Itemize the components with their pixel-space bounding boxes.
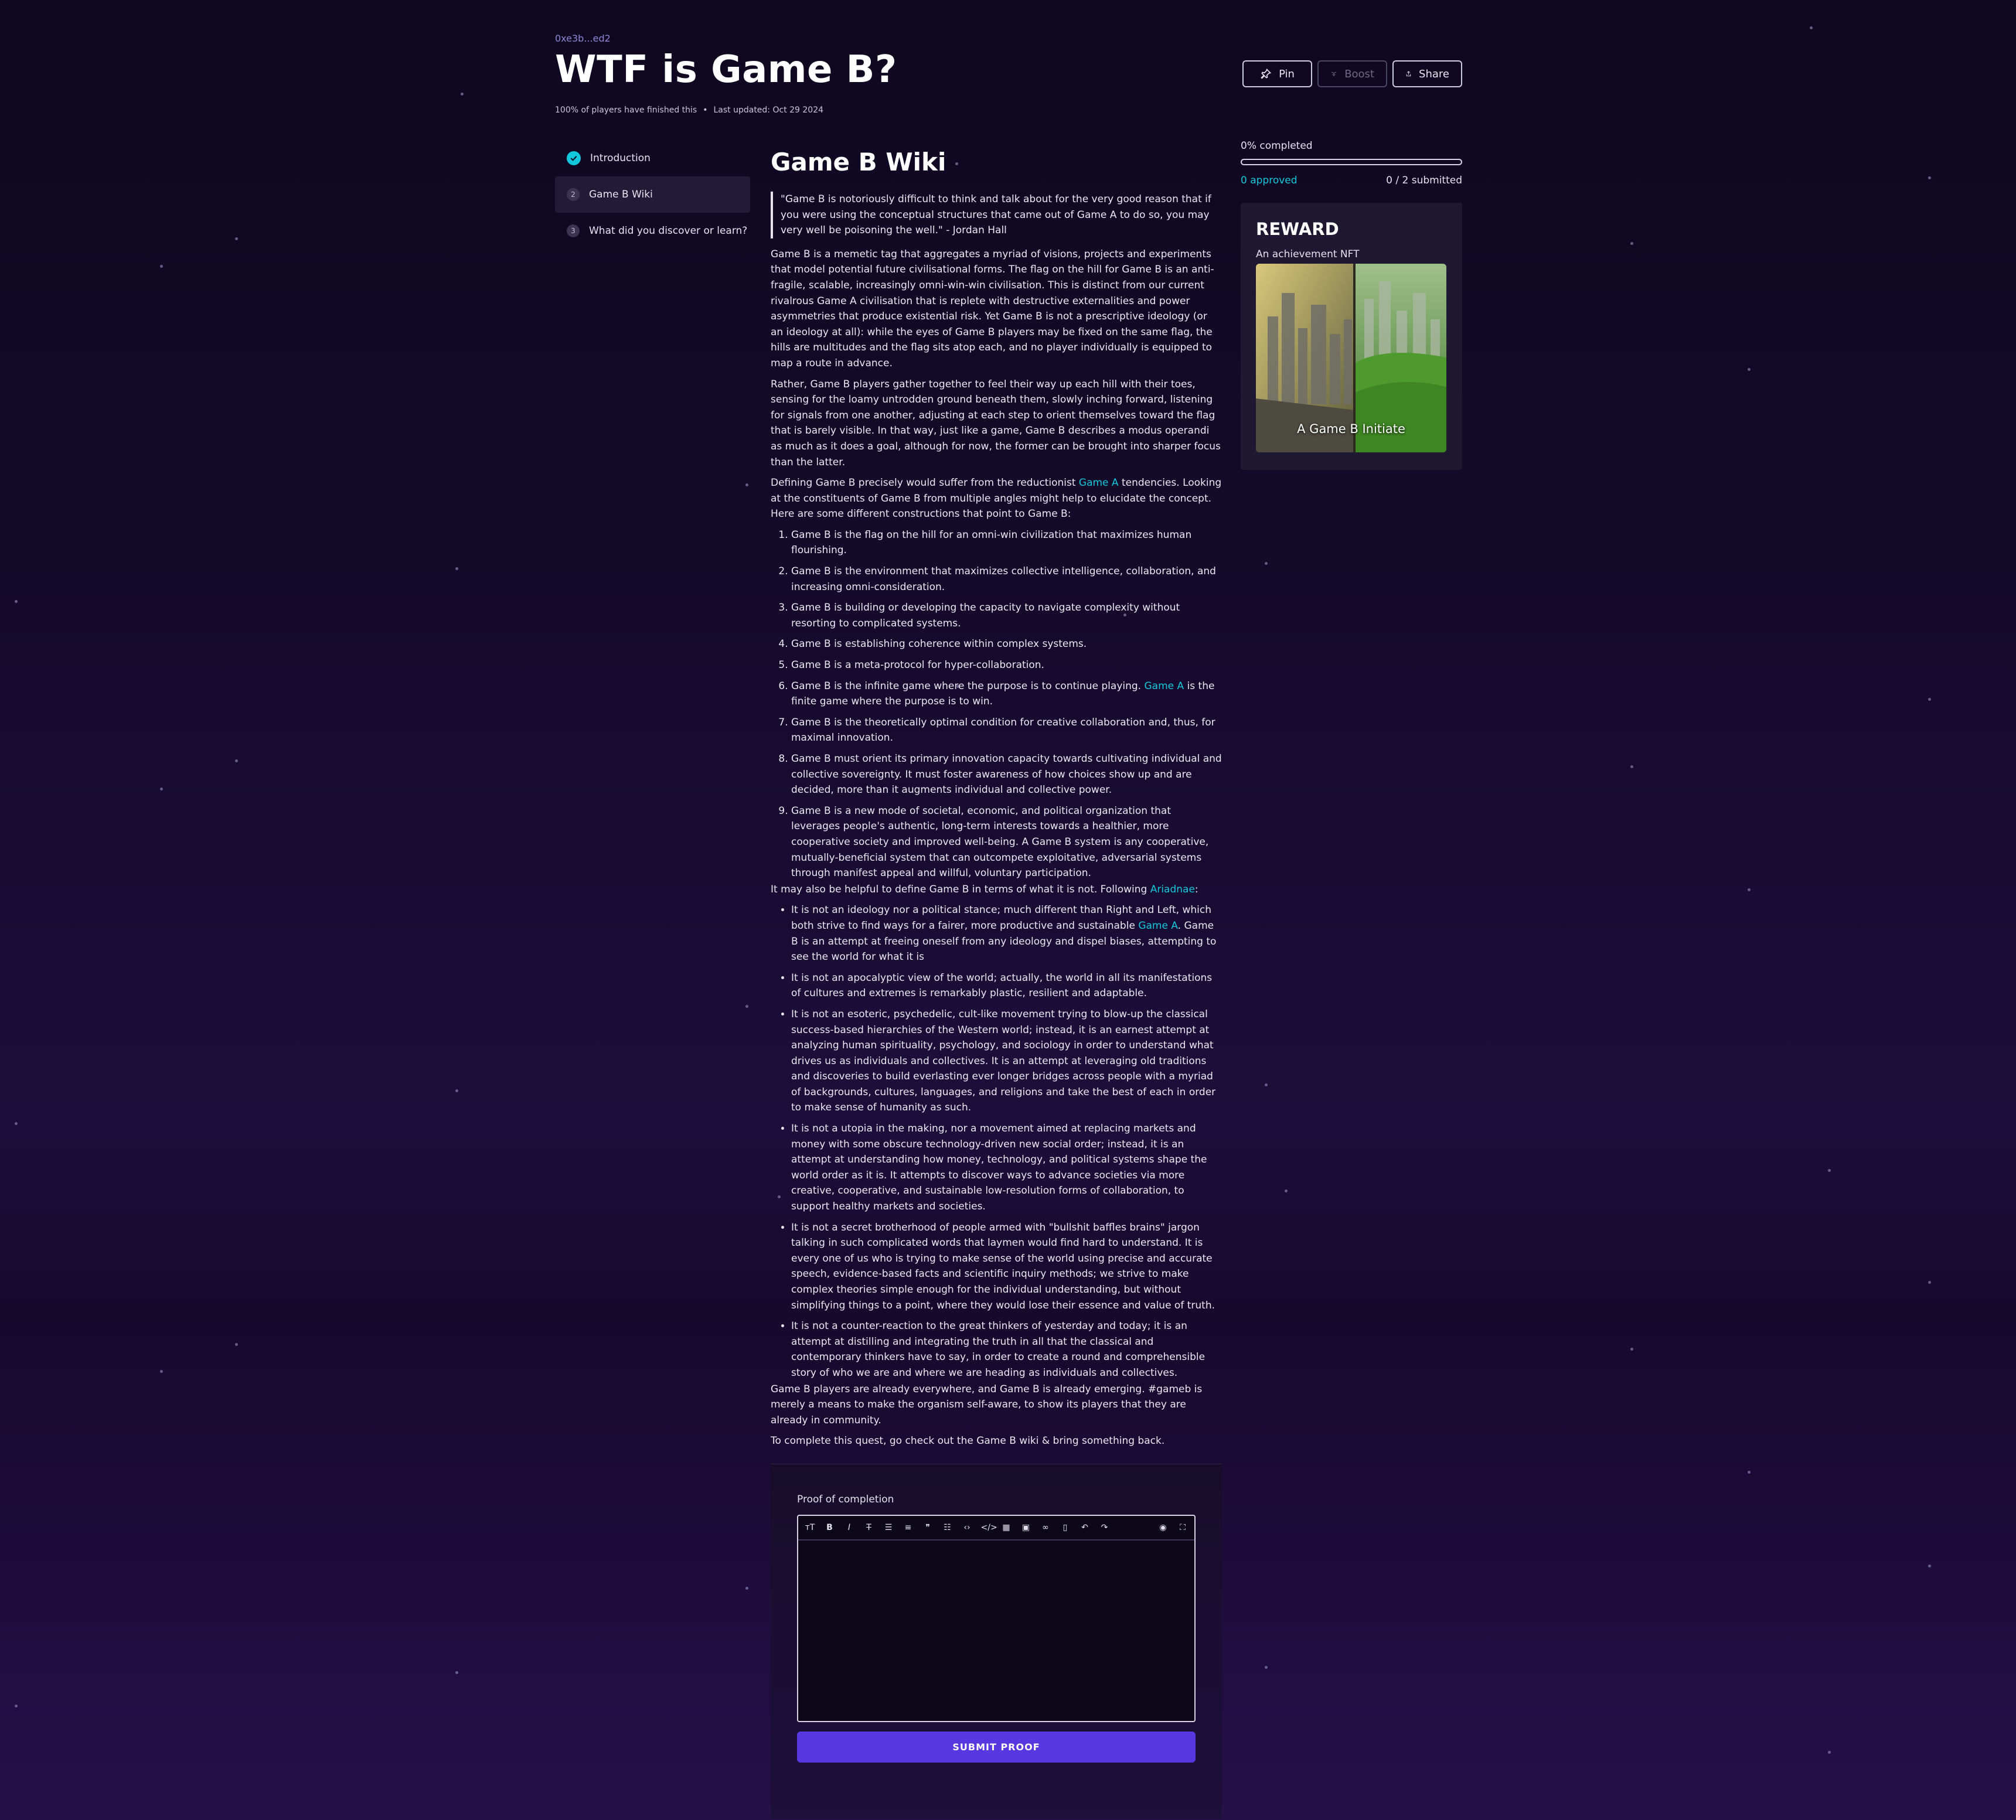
list-item: It is not a utopia in the making, nor a …	[791, 1121, 1222, 1215]
step-label: What did you discover or learn?	[589, 225, 748, 237]
step-game-b-wiki[interactable]: 2 Game B Wiki	[555, 176, 750, 213]
share-label: Share	[1419, 67, 1449, 80]
pin-label: Pin	[1279, 67, 1295, 80]
list-item: Game B is the theoretically optimal cond…	[791, 715, 1222, 746]
list-item: Game B is a meta-protocol for hyper-coll…	[791, 657, 1222, 673]
reward-subtitle: An achievement NFT	[1256, 248, 1360, 260]
redo-icon[interactable]: ↷	[1099, 1523, 1111, 1532]
step-number: 3	[567, 224, 580, 237]
definitions-list: Game B is the flag on the hill for an om…	[771, 527, 1222, 881]
finished-stat: 100% of players have finished this	[555, 105, 697, 115]
text: :	[1194, 883, 1198, 895]
image-icon[interactable]: ▣	[1020, 1523, 1032, 1532]
bold-icon[interactable]: B	[824, 1523, 836, 1532]
list-item: It is not an apocalyptic view of the wor…	[791, 970, 1222, 1001]
submit-proof-button[interactable]: SUBMIT PROOF	[797, 1732, 1196, 1763]
table-icon[interactable]: ▦	[1000, 1523, 1012, 1532]
paragraph: Defining Game B precisely would suffer f…	[771, 475, 1222, 522]
paragraph: Game B players are already everywhere, a…	[771, 1383, 1203, 1426]
undo-icon[interactable]: ↶	[1079, 1523, 1091, 1532]
article-title: Game B Wiki	[771, 148, 946, 176]
nft-image[interactable]: A Game B Initiate	[1256, 264, 1446, 452]
list-item: It is not an esoteric, psychedelic, cult…	[791, 1007, 1222, 1116]
ariadnae-link[interactable]: Ariadnae	[1150, 884, 1195, 895]
reward-card: REWARD An achievement NFT A Game B Initi…	[1241, 203, 1462, 470]
clear-icon[interactable]: ▯	[1060, 1523, 1071, 1532]
nft-label: A Game B Initiate	[1297, 422, 1405, 436]
italic-icon[interactable]: I	[843, 1523, 855, 1532]
quest-meta: 100% of players have finished this • Last …	[555, 105, 823, 115]
pin-button[interactable]: Pin	[1242, 60, 1312, 87]
step-discover[interactable]: 3 What did you discover or learn?	[555, 213, 750, 249]
bullet-list-icon[interactable]: ☰	[883, 1523, 894, 1532]
pin-icon	[1261, 68, 1272, 79]
proof-label: Proof of completion	[797, 1494, 894, 1505]
share-icon	[1406, 71, 1411, 77]
quote-block: "Game B is notoriously difficult to thin…	[771, 192, 1222, 238]
separator-dot: •	[703, 105, 708, 115]
markdown-editor[interactable]: ᴛT B I T ☰ ≡ ❞ ☷ ‹› </> ▦ ▣ ∞ ▯ ↶ ↷ ◉ ⛶	[797, 1515, 1196, 1722]
step-label: Game B Wiki	[589, 189, 653, 200]
step-number: 2	[567, 188, 580, 201]
step-label: Introduction	[590, 152, 651, 164]
boost-label: Boost	[1344, 67, 1374, 80]
quest-actions: Pin Boost Share	[1242, 60, 1462, 87]
paragraph: To complete this quest, go check out the…	[771, 1435, 1165, 1447]
text: Defining Game B precisely would suffer f…	[771, 477, 1079, 489]
list-item: Game B is the infinite game where the pu…	[791, 679, 1222, 710]
paragraph: It may also be helpful to define Game B …	[771, 882, 1222, 898]
game-a-link[interactable]: Game A	[1138, 920, 1177, 932]
code-block-icon[interactable]: </>	[981, 1523, 997, 1532]
quote-icon[interactable]: ❞	[922, 1523, 934, 1532]
list-item: Game B is building or developing the cap…	[791, 600, 1222, 631]
boost-button[interactable]: Boost	[1317, 60, 1387, 87]
last-updated: Last updated: Oct 29 2024	[713, 105, 824, 115]
creator-address[interactable]: 0xe3b...ed2	[555, 33, 611, 44]
list-item: It is not an ideology nor a political st…	[791, 902, 1222, 964]
heading-icon[interactable]: ᴛT	[804, 1523, 816, 1532]
page-title: WTF is Game B?	[555, 48, 897, 91]
share-button[interactable]: Share	[1392, 60, 1462, 87]
list-item: It is not a secret brotherhood of people…	[791, 1220, 1222, 1314]
game-a-link[interactable]: Game A	[1144, 680, 1184, 692]
numbered-list-icon[interactable]: ≡	[903, 1523, 914, 1532]
list-item: Game B is the environment that maximizes…	[791, 564, 1222, 595]
approved-count: 0 approved	[1241, 175, 1298, 186]
proof-form: Proof of completion ᴛT B I T ☰ ≡ ❞ ☷ ‹› …	[771, 1464, 1222, 1819]
paragraph: Game B is a memetic tag that aggregates …	[771, 248, 1214, 369]
checklist-icon[interactable]: ☷	[942, 1523, 953, 1532]
boost-icon	[1331, 71, 1337, 77]
text: Game B is the infinite game where the pu…	[791, 680, 1142, 692]
reward-heading: REWARD	[1256, 219, 1339, 239]
editor-toolbar: ᴛT B I T ☰ ≡ ❞ ☷ ‹› </> ▦ ▣ ∞ ▯ ↶ ↷ ◉ ⛶	[798, 1516, 1194, 1540]
game-a-link[interactable]: Game A	[1079, 477, 1119, 489]
not-list: It is not an ideology nor a political st…	[771, 902, 1222, 1381]
code-icon[interactable]: ‹›	[961, 1523, 973, 1532]
submitted-count: 0 / 2 submitted	[1386, 175, 1462, 186]
preview-icon[interactable]: ◉	[1157, 1523, 1169, 1532]
wiki-article: Game B Wiki "Game B is notoriously diffi…	[771, 147, 1222, 1454]
quest-steps: Introduction 2 Game B Wiki 3 What did yo…	[555, 140, 750, 249]
list-item: Game B is establishing coherence within …	[791, 636, 1222, 652]
progress-bar	[1241, 159, 1462, 165]
link-icon[interactable]: ∞	[1040, 1523, 1051, 1532]
list-item: Game B is a new mode of societal, econom…	[791, 803, 1222, 881]
step-introduction[interactable]: Introduction	[555, 140, 750, 176]
strikethrough-icon[interactable]: T	[863, 1523, 875, 1532]
fullscreen-icon[interactable]: ⛶	[1177, 1523, 1189, 1532]
list-item: Game B must orient its primary innovatio…	[791, 751, 1222, 798]
check-circle-icon	[567, 151, 581, 165]
list-item: Game B is the flag on the hill for an om…	[791, 527, 1222, 558]
paragraph: Rather, Game B players gather together t…	[771, 378, 1221, 468]
quest-progress: 0% completed 0 approved 0 / 2 submitted	[1241, 140, 1462, 186]
list-item: It is not a counter-reaction to the grea…	[791, 1318, 1222, 1381]
text: It may also be helpful to define Game B …	[771, 883, 1150, 895]
progress-label: 0% completed	[1241, 140, 1313, 152]
